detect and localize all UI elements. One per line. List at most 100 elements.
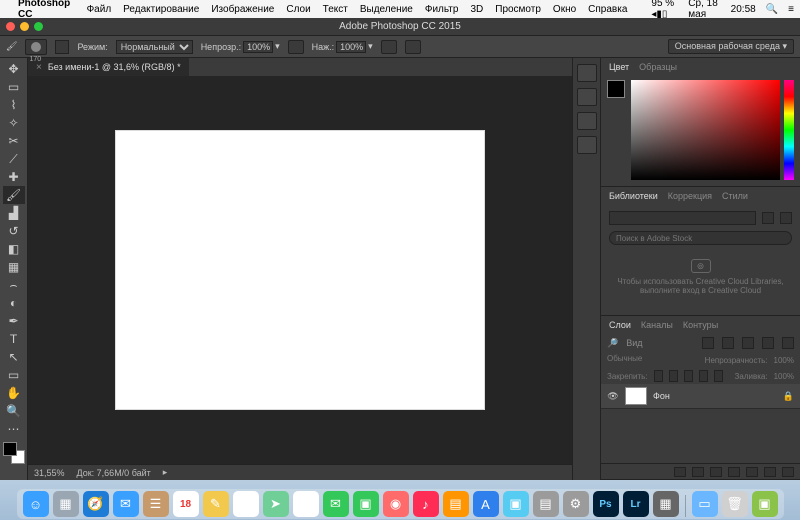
gradient-tool[interactable]: ▦ [3,258,25,276]
dock-notes-icon[interactable]: ✎ [203,491,229,517]
brush-preset-picker[interactable]: 170 [25,39,47,55]
history-brush-tool[interactable]: ↺ [3,222,25,240]
delete-layer-icon[interactable] [782,467,794,477]
character-panel-icon[interactable] [577,112,597,130]
menu-layers[interactable]: Слои [286,4,310,15]
history-panel-icon[interactable] [577,64,597,82]
layer-visibility-icon[interactable]: 👁 [607,391,619,402]
spotlight-icon[interactable]: 🔍 [766,4,778,15]
dock-messages-icon[interactable]: ✉ [323,491,349,517]
tab-channels[interactable]: Каналы [641,320,673,330]
dodge-tool[interactable]: ◐ [3,294,25,312]
stamp-tool[interactable]: ▟ [3,204,25,222]
menu-view[interactable]: Просмотр [495,4,541,15]
layer-thumbnail[interactable] [625,387,647,405]
lock-transparent-icon[interactable] [654,370,663,382]
dock-itunes-icon[interactable]: ♪ [413,491,439,517]
layer-opacity-value[interactable]: 100% [774,356,794,365]
dock-misc1-icon[interactable]: ▦ [653,491,679,517]
filter-shape-icon[interactable] [762,337,774,349]
document-canvas[interactable] [115,130,485,410]
menu-help[interactable]: Справка [588,4,627,15]
dock-calendar-icon[interactable]: 18 [173,491,199,517]
notifications-icon[interactable]: ≡ [788,4,794,15]
pen-tool[interactable]: ✒ [3,312,25,330]
layer-blend-select[interactable]: Обычные [607,354,699,366]
library-search-input[interactable] [609,231,792,245]
new-layer-icon[interactable] [764,467,776,477]
menu-text[interactable]: Текст [323,4,348,15]
crop-tool[interactable]: ✂ [3,132,25,150]
close-window-button[interactable] [6,22,15,31]
minimize-window-button[interactable] [20,22,29,31]
layer-mask-icon[interactable] [710,467,722,477]
app-menu[interactable]: Photoshop CC [18,0,75,20]
lock-artboard-icon[interactable] [699,370,708,382]
dock-appstore-icon[interactable]: A [473,491,499,517]
dock-reminders-icon[interactable]: ☑ [233,491,259,517]
color-picker-field[interactable] [631,80,780,180]
document-tab[interactable]: × Без имени-1 @ 31,6% (RGB/8) * [28,58,189,76]
filter-pixel-icon[interactable] [702,337,714,349]
layer-fx-icon[interactable] [692,467,704,477]
dock-contacts-icon[interactable]: ☰ [143,491,169,517]
path-tool[interactable]: ↖ [3,348,25,366]
filter-type-icon[interactable] [742,337,754,349]
layer-filter-icon[interactable]: 🔎 [607,338,618,349]
brush-panel-toggle[interactable] [55,40,69,54]
new-group-icon[interactable] [746,467,758,477]
menu-image[interactable]: Изображение [211,4,274,15]
dock-finder-icon[interactable]: ☺ [23,491,49,517]
menu-filter[interactable]: Фильтр [425,4,459,15]
layer-lock-icon[interactable]: 🔒 [783,391,794,402]
color-swatches[interactable] [3,442,25,464]
menu-select[interactable]: Выделение [360,4,413,15]
menubar-time[interactable]: 20:58 [731,4,756,15]
dock-folder-icon[interactable]: ▭ [692,491,718,517]
hue-slider[interactable] [784,80,794,180]
link-layers-icon[interactable] [674,467,686,477]
opacity-pressure-icon[interactable] [288,40,304,54]
fullscreen-window-button[interactable] [34,22,43,31]
library-select[interactable] [609,211,756,225]
close-tab-icon[interactable]: × [36,62,42,73]
shape-tool[interactable]: ▭ [3,366,25,384]
dock-safari-icon[interactable]: 🧭 [83,491,109,517]
dock-mail-icon[interactable]: ✉ [113,491,139,517]
tab-paths[interactable]: Контуры [683,320,718,330]
filter-smart-icon[interactable] [782,337,794,349]
healing-tool[interactable]: ✚ [3,168,25,186]
tab-swatches[interactable]: Образцы [639,62,677,72]
lock-position-icon[interactable] [684,370,693,382]
blur-tool[interactable]: ⌢ [3,276,25,294]
dock-photobooth-icon[interactable]: ◉ [383,491,409,517]
menu-file[interactable]: Файл [87,4,112,15]
workspace-switcher[interactable]: Основная рабочая среда ▾ [668,39,794,54]
tab-libraries[interactable]: Библиотеки [609,191,658,201]
library-view-list-icon[interactable] [780,212,792,224]
tab-layers[interactable]: Слои [609,320,631,330]
properties-panel-icon[interactable] [577,88,597,106]
edit-toolbar[interactable]: ⋯ [3,420,25,438]
filter-adjust-icon[interactable] [722,337,734,349]
dock-lightroom-icon[interactable]: Lr [623,491,649,517]
size-pressure-icon[interactable] [405,40,421,54]
color-panel-swatch[interactable] [607,80,625,98]
menu-3d[interactable]: 3D [470,4,483,15]
dock-trash-icon[interactable]: 🗑 [722,491,748,517]
blend-mode-select[interactable]: Нормальный [116,40,193,54]
marquee-tool[interactable]: ▭ [3,78,25,96]
dock-launchpad-icon[interactable]: ▦ [53,491,79,517]
magic-wand-tool[interactable]: ✧ [3,114,25,132]
foreground-color-swatch[interactable] [3,442,17,456]
current-tool-icon[interactable]: 🖌 [6,41,17,52]
tab-adjustments[interactable]: Коррекция [668,191,712,201]
dock-maps-icon[interactable]: ➤ [263,491,289,517]
tab-color[interactable]: Цвет [609,62,629,72]
dock-dictionary-icon[interactable]: ▤ [533,491,559,517]
lock-pixels-icon[interactable] [669,370,678,382]
battery-status[interactable]: 95 % ◂▮▯ [651,0,678,20]
menu-edit[interactable]: Редактирование [123,4,199,15]
mac-menu-bar[interactable]: Photoshop CC Файл Редактирование Изображ… [0,0,800,18]
dock-settings-icon[interactable]: ⚙ [563,491,589,517]
